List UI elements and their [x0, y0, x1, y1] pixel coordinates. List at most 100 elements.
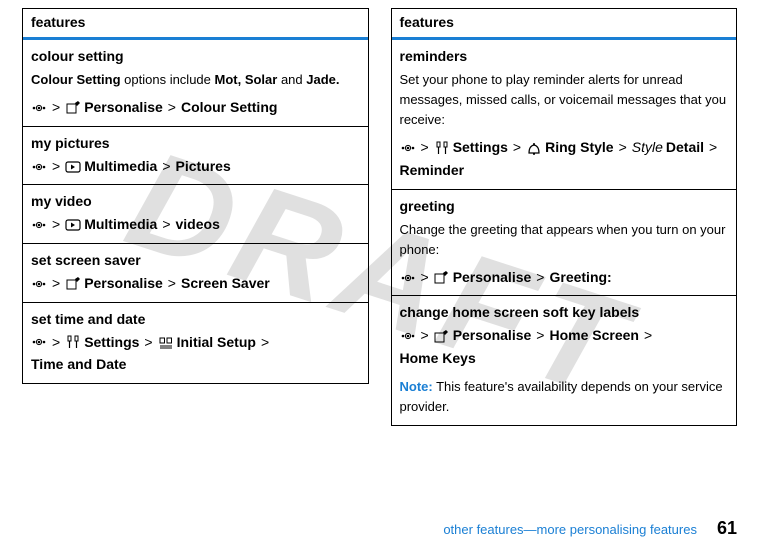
feature-title: reminders: [400, 48, 729, 64]
desc-text: options include: [121, 72, 215, 87]
path-sep: >: [536, 268, 544, 288]
note-text: This feature's availability depends on y…: [400, 379, 723, 414]
desc-bold: Mot, Solar: [215, 72, 278, 87]
path-seg: videos: [176, 215, 220, 235]
multimedia-icon: [65, 218, 81, 232]
nav-path: > Personalise > Screen Saver: [31, 274, 360, 294]
page-footer: other features—more personalising featur…: [443, 518, 737, 539]
path-sep: >: [421, 326, 429, 346]
feature-softkey-labels: change home screen soft key labels > Per…: [392, 296, 737, 424]
path-sep: >: [261, 333, 269, 353]
path-sep: >: [144, 333, 152, 353]
feature-greeting: greeting Change the greeting that appear…: [392, 190, 737, 297]
path-seg: Colour Setting: [181, 98, 277, 118]
feature-title: greeting: [400, 198, 729, 214]
feature-desc: Set your phone to play reminder alerts f…: [400, 70, 729, 130]
feature-time-date: set time and date > Settings > Initial S…: [23, 303, 368, 383]
feature-screen-saver: set screen saver > Personalise > Screen …: [23, 244, 368, 303]
path-seg: Personalise: [84, 98, 163, 118]
path-sep: >: [421, 138, 429, 158]
path-seg: Multimedia: [84, 157, 157, 177]
feature-desc: Colour Setting options include Mot, Sola…: [31, 70, 360, 90]
menu-icon: [400, 141, 416, 155]
path-seg: Time and Date: [31, 355, 126, 375]
settings-icon: [434, 141, 450, 155]
path-sep: >: [162, 215, 170, 235]
nav-path: > Personalise > Home Screen > Home Keys: [400, 326, 729, 368]
desc-bold: Jade.: [306, 72, 339, 87]
personalise-icon: [65, 277, 81, 291]
path-sep: >: [52, 215, 60, 235]
nav-path: > Multimedia > videos: [31, 215, 360, 235]
menu-icon: [31, 160, 47, 174]
feature-title: my pictures: [31, 135, 360, 151]
desc-text: and: [277, 72, 306, 87]
path-seg: Multimedia: [84, 215, 157, 235]
path-seg: Ring Style: [545, 138, 613, 158]
ring-icon: [526, 141, 542, 155]
feature-title: set screen saver: [31, 252, 360, 268]
path-sep: >: [644, 326, 652, 346]
path-sep: >: [168, 274, 176, 294]
path-seg: Personalise: [453, 326, 532, 346]
menu-icon: [400, 329, 416, 343]
path-sep: >: [513, 138, 521, 158]
left-table: features colour setting Colour Setting o…: [22, 8, 369, 384]
feature-title: colour setting: [31, 48, 360, 64]
feature-title: my video: [31, 193, 360, 209]
path-seg: Screen Saver: [181, 274, 270, 294]
path-sep: >: [52, 157, 60, 177]
path-seg: Initial Setup: [177, 333, 256, 353]
menu-icon: [31, 277, 47, 291]
personalise-icon: [434, 329, 450, 343]
feature-title: set time and date: [31, 311, 360, 327]
note-label: Note:: [400, 379, 433, 394]
menu-icon: [31, 101, 47, 115]
path-sep: >: [52, 98, 60, 118]
path-sep: >: [619, 138, 627, 158]
feature-title: change home screen soft key labels: [400, 304, 729, 320]
left-header-row: features: [23, 9, 368, 40]
page-number: 61: [717, 518, 737, 539]
path-seg: Personalise: [84, 274, 163, 294]
feature-my-pictures: my pictures > Multimedia > Pictures: [23, 127, 368, 186]
path-sep: >: [421, 268, 429, 288]
path-seg: Home Screen: [549, 326, 638, 346]
right-header: features: [400, 14, 454, 30]
path-seg: Reminder: [400, 161, 465, 181]
path-seg-italic: Style: [632, 138, 663, 158]
left-header: features: [31, 14, 85, 30]
nav-path: > Personalise > Greeting:: [400, 268, 729, 288]
settings-icon: [65, 335, 81, 349]
path-sep: >: [162, 157, 170, 177]
feature-reminders: reminders Set your phone to play reminde…: [392, 40, 737, 190]
menu-icon: [31, 218, 47, 232]
footer-title: other features—more personalising featur…: [443, 522, 697, 537]
path-seg: Pictures: [176, 157, 231, 177]
nav-path: > Settings > Ring Style > Style Detail >…: [400, 138, 729, 180]
path-sep: >: [168, 98, 176, 118]
path-seg: Personalise: [453, 268, 532, 288]
multimedia-icon: [65, 160, 81, 174]
content-columns: features colour setting Colour Setting o…: [0, 0, 759, 426]
desc-bold: Colour Setting: [31, 72, 121, 87]
path-seg: Greeting:: [549, 268, 611, 288]
nav-path: > Multimedia > Pictures: [31, 157, 360, 177]
path-seg: Settings: [84, 333, 139, 353]
path-sep: >: [709, 138, 717, 158]
path-sep: >: [52, 274, 60, 294]
path-seg: Home Keys: [400, 349, 476, 369]
feature-desc: Change the greeting that appears when yo…: [400, 220, 729, 260]
personalise-icon: [434, 271, 450, 285]
personalise-icon: [65, 101, 81, 115]
path-sep: >: [536, 326, 544, 346]
path-sep: >: [52, 333, 60, 353]
menu-icon: [400, 271, 416, 285]
initial-setup-icon: [158, 335, 174, 349]
path-seg: Settings: [453, 138, 508, 158]
nav-path: > Personalise > Colour Setting: [31, 98, 360, 118]
path-seg: Detail: [666, 138, 704, 158]
right-table: features reminders Set your phone to pla…: [391, 8, 738, 426]
right-header-row: features: [392, 9, 737, 40]
feature-my-video: my video > Multimedia > videos: [23, 185, 368, 244]
